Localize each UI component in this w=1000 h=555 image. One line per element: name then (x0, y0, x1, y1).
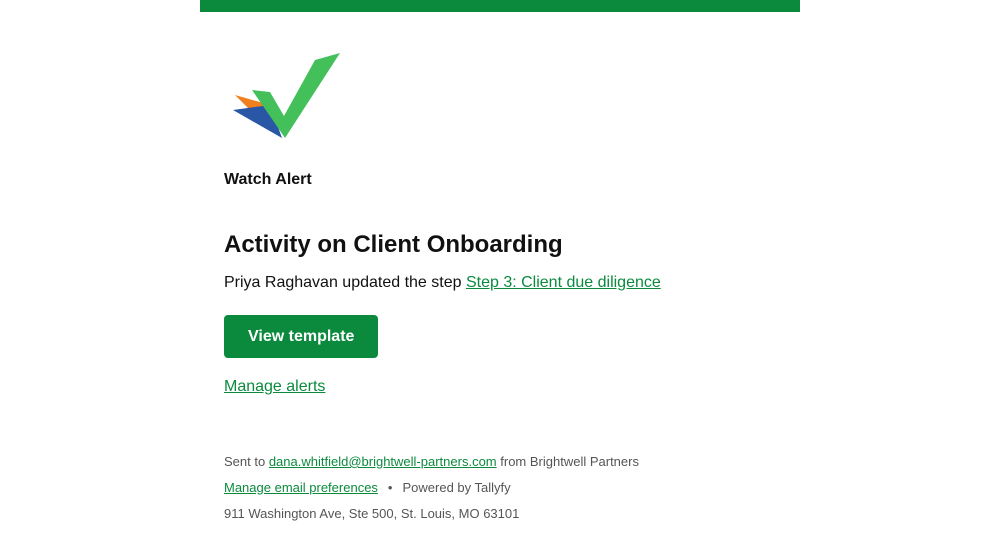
email-preferences-link[interactable]: Manage email preferences (224, 480, 378, 495)
footer-address: 911 Washington Ave, Ste 500, St. Louis, … (224, 506, 520, 521)
alert-type-label: Watch Alert (224, 171, 312, 188)
footer-separator: • (387, 480, 393, 495)
alert-headline: Activity on Client Onboarding (224, 231, 563, 258)
recipient-email-link[interactable]: dana.whitfield@brightwell-partners.com (269, 454, 497, 469)
email-footer: Sent to dana.whitfield@brightwell-partne… (224, 454, 784, 532)
activity-description: Priya Raghavan updated the step Step 3: … (224, 271, 784, 295)
header-accent-bar (200, 0, 800, 12)
action-text: updated the step (342, 274, 462, 291)
manage-alerts-link[interactable]: Manage alerts (224, 376, 784, 398)
sent-to-prefix: Sent to (224, 454, 266, 469)
footer-preferences-line: Manage email preferences • Powered by Tall… (224, 480, 784, 506)
powered-by-text: Powered by Tallyfy (402, 480, 511, 495)
email-content: Watch Alert Activity on Client Onboardin… (224, 50, 784, 532)
step-link[interactable]: Step 3: Client due diligence (466, 274, 661, 291)
footer-sent-to-line: Sent to dana.whitfield@brightwell-partne… (224, 454, 784, 480)
actor-name: Priya Raghavan (224, 274, 338, 291)
view-template-button[interactable]: View template (224, 315, 379, 358)
sender-org: from Brightwell Partners (500, 454, 639, 469)
checkmark-logo-icon (233, 53, 340, 138)
email-container: Watch Alert Activity on Client Onboardin… (200, 0, 800, 555)
